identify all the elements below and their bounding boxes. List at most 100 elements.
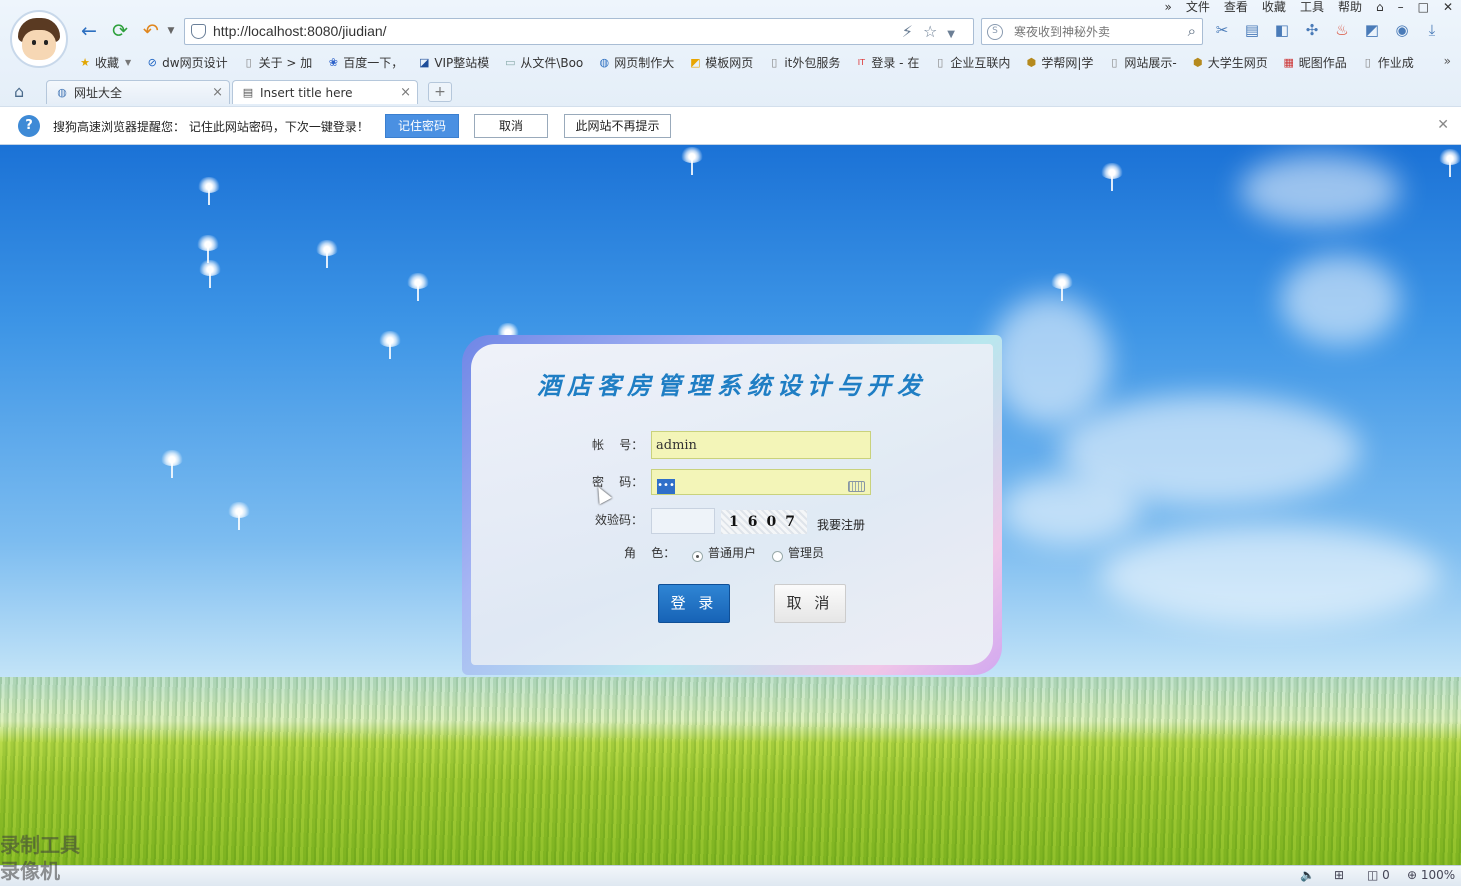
minimize-icon[interactable]: – <box>1398 0 1404 14</box>
bookmark-item[interactable]: ▯ it外包服务 <box>767 52 840 72</box>
scissors-icon[interactable]: ✂ <box>1212 20 1232 40</box>
never-remind-button[interactable]: 此网站不再提示 <box>564 114 671 138</box>
notice-cancel-button[interactable]: 取消 <box>474 114 548 138</box>
bookmark-item[interactable]: ▯ 企业互联内 <box>933 52 1010 72</box>
account-label: 帐 号： <box>592 438 644 452</box>
dandelion-seed <box>158 450 186 478</box>
menu-view[interactable]: 查看 <box>1224 0 1248 14</box>
adblock-icon[interactable]: ◫ 0 <box>1367 868 1390 882</box>
window-menu: » 文件 查看 收藏 工具 帮助 ⌂ – □ ✕ <box>1165 0 1453 14</box>
hex-icon: ⬢ <box>1026 55 1037 69</box>
bookmark-item[interactable]: ★ 收藏 ▼ <box>78 52 131 72</box>
close-tab-icon[interactable]: × <box>400 85 411 100</box>
bookmark-item[interactable]: ⊘ dw网页设计 <box>145 52 228 72</box>
role-option-admin[interactable]: 管理员 <box>788 544 824 561</box>
page-tool-icon[interactable]: ▤ <box>1242 20 1262 40</box>
bookmark-item[interactable]: ◪ VIP整站模 <box>417 52 489 72</box>
remember-password-button[interactable]: 记住密码 <box>385 114 459 138</box>
page-background: 酒店客房管理系统设计与开发 帐 号： 密 码： ••• 效验码： 1607 我要… <box>0 145 1461 865</box>
bookmark-item[interactable]: ◍ 网页制作大 <box>597 52 674 72</box>
zoom-control[interactable]: ⊕ 100% <box>1407 868 1455 882</box>
login-panel: 酒店客房管理系统设计与开发 帐 号： 密 码： ••• 效验码： 1607 我要… <box>471 344 993 665</box>
bookmark-item[interactable]: ▯ 作业成 <box>1361 52 1414 72</box>
menu-file[interactable]: 文件 <box>1186 0 1210 14</box>
address-actions: ⚡☆▼ <box>902 22 965 41</box>
bookmark-item[interactable]: ▭ 从文件\Boo <box>503 52 583 72</box>
download-icon[interactable]: ⤓ <box>1422 20 1442 40</box>
tab-strip: ⌂ ◍ 网址大全 × ▤ Insert title here × + <box>0 78 1461 104</box>
captcha-image[interactable]: 1607 <box>721 510 807 534</box>
translate-icon[interactable]: ◩ <box>1362 20 1382 40</box>
user-avatar[interactable] <box>10 10 68 68</box>
skin-icon[interactable]: ⌂ <box>1376 0 1384 14</box>
bookmark-item[interactable]: ▯ 网站展示- <box>1107 52 1176 72</box>
network-icon[interactable]: ⊞ <box>1334 868 1344 882</box>
role-radio-admin[interactable] <box>772 551 783 562</box>
refresh-icon[interactable]: ⟳ <box>109 20 131 42</box>
menu-help[interactable]: 帮助 <box>1338 0 1362 14</box>
url-input[interactable] <box>213 19 903 44</box>
register-link[interactable]: 我要注册 <box>817 516 865 533</box>
password-notice-bar: ? 搜狗高速浏览器提醒您： 记住此网站密码，下次一键登录！ 记住密码 取消 此网… <box>0 106 1461 144</box>
browser-chrome: » 文件 查看 收藏 工具 帮助 ⌂ – □ ✕ ← ⟳ ↶ ▼ ⚡☆▼ S ⌕… <box>0 0 1461 145</box>
game-icon[interactable]: ♨ <box>1332 20 1352 40</box>
cancel-button[interactable]: 取 消 <box>774 584 846 623</box>
home-icon[interactable]: ⌂ <box>14 82 24 101</box>
keyboard-icon[interactable] <box>848 481 865 492</box>
dandelion-seed <box>196 260 224 288</box>
folder-icon: ▭ <box>505 55 516 69</box>
globe-icon: ◍ <box>57 86 67 99</box>
menu-more[interactable]: » <box>1165 0 1172 14</box>
hex-icon: ⬢ <box>1192 55 1203 69</box>
system-title: 酒店客房管理系统设计与开发 <box>537 371 927 400</box>
vip-icon: ◪ <box>419 55 430 69</box>
puzzle-icon[interactable]: ✣ <box>1302 20 1322 40</box>
maximize-icon[interactable]: □ <box>1418 0 1429 14</box>
login-icon: IT <box>857 57 865 67</box>
search-input[interactable] <box>1014 19 1174 44</box>
tab-url-directory[interactable]: ◍ 网址大全 × <box>46 80 230 104</box>
dandelion-seed <box>1048 273 1076 301</box>
close-window-icon[interactable]: ✕ <box>1443 0 1453 14</box>
menu-tools[interactable]: 工具 <box>1300 0 1324 14</box>
undo-dropdown-icon[interactable]: ▼ <box>160 20 182 42</box>
address-bar[interactable]: ⚡☆▼ <box>184 18 974 45</box>
undo-icon[interactable]: ↶ <box>140 20 162 42</box>
close-tab-icon[interactable]: × <box>212 85 223 100</box>
bookmark-item[interactable]: ⬢ 学帮网|学 <box>1024 52 1094 72</box>
bookmark-item[interactable]: IT 登录 - 在 <box>854 52 920 72</box>
theme-icon[interactable]: ◉ <box>1392 20 1412 40</box>
account-field[interactable] <box>651 431 871 459</box>
search-box[interactable]: S ⌕ <box>981 18 1203 45</box>
search-icon[interactable]: ⌕ <box>1188 22 1196 40</box>
lightning-icon[interactable]: ⚡ <box>902 22 923 41</box>
back-icon[interactable]: ← <box>78 20 100 42</box>
star-icon: ★ <box>80 55 90 69</box>
menu-favorites[interactable]: 收藏 <box>1262 0 1286 14</box>
captcha-label: 效验码： <box>595 513 644 527</box>
dandelion-seed <box>225 502 253 530</box>
extension-icon[interactable]: ◧ <box>1272 20 1292 40</box>
role-radio-user[interactable] <box>692 551 703 562</box>
tab-insert-title[interactable]: ▤ Insert title here × <box>232 80 418 104</box>
address-dropdown-icon[interactable]: ▼ <box>947 29 965 40</box>
login-button[interactable]: 登 录 <box>658 584 730 623</box>
password-field[interactable] <box>651 469 871 495</box>
dandelion-seed <box>376 331 404 359</box>
new-tab-button[interactable]: + <box>428 82 452 102</box>
bookmark-item[interactable]: ▦ 昵图作品 <box>1282 52 1347 72</box>
role-option-user[interactable]: 普通用户 <box>708 544 756 561</box>
bookmark-item[interactable]: ❀ 百度一下， <box>326 52 404 72</box>
info-icon: ? <box>18 115 40 137</box>
toolbar-icons: ✂ ▤ ◧ ✣ ♨ ◩ ◉ ⤓ <box>1212 20 1442 40</box>
shield-icon <box>191 24 206 39</box>
close-icon[interactable]: ✕ <box>1437 117 1449 133</box>
favorite-star-icon[interactable]: ☆ <box>923 22 947 41</box>
captcha-input[interactable] <box>651 508 715 534</box>
dandelion-seed <box>404 273 432 301</box>
bookmark-item[interactable]: ▯ 关于 > 加 <box>242 52 313 72</box>
bookmark-item[interactable]: ⬢ 大学生网页 <box>1191 52 1268 72</box>
bookmarks-more-icon[interactable]: » <box>1444 54 1451 68</box>
sound-icon[interactable]: 🔈 <box>1300 868 1315 882</box>
bookmark-item[interactable]: ◩ 模板网页 <box>688 52 753 72</box>
